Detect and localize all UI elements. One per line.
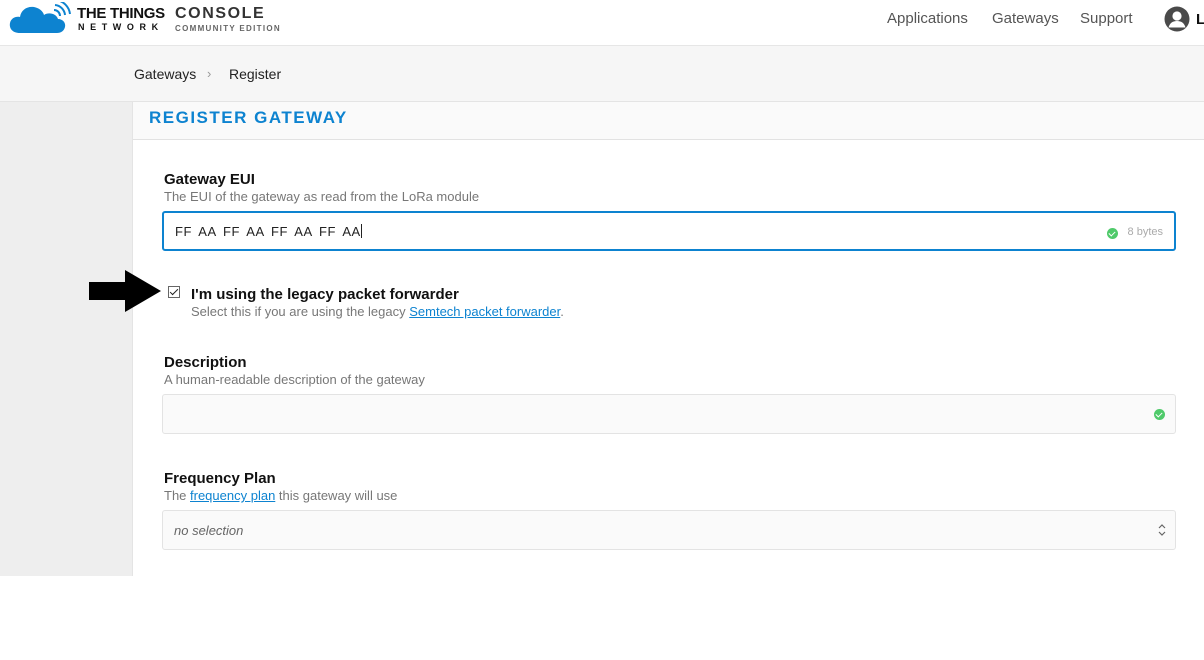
left-gutter [0,102,132,576]
user-menu[interactable]: L [1164,4,1204,34]
gateway-eui-hint: The EUI of the gateway as read from the … [164,189,480,204]
user-avatar-icon [1164,6,1190,32]
register-gateway-card: REGISTER GATEWAY Gateway EUI The EUI of … [132,102,1204,576]
gateway-eui-input[interactable]: FF AA FF AA FF AA FF AA 8 bytes [162,211,1176,251]
check-circle-icon [1107,228,1118,239]
page-title: REGISTER GATEWAY [149,108,348,127]
gateway-eui-label: Gateway EUI [164,171,255,188]
legacy-forwarder-checkbox[interactable] [168,286,180,298]
breadcrumb-register: Register [229,66,282,82]
up-down-chevron-icon [1158,524,1166,536]
cloud-logo-icon [9,2,71,33]
text-cursor [360,224,362,238]
frequency-hint-suffix: this gateway will use [275,488,398,503]
frequency-plan-label: Frequency Plan [164,470,276,487]
description-label: Description [164,354,247,371]
top-navigation-bar: THE THINGS NETWORK CONSOLE COMMUNITY EDI… [0,0,1204,46]
breadcrumb: Gateways › Register [0,46,1204,102]
description-hint: A human-readable description of the gate… [164,372,425,387]
description-input[interactable] [162,394,1176,434]
product-name: CONSOLE [175,5,266,22]
ttn-logo[interactable]: THE THINGS NETWORK CONSOLE COMMUNITY EDI… [8,2,298,38]
gateway-eui-value: FF AA FF AA FF AA FF AA [175,224,361,239]
breadcrumb-separator-icon: › [207,66,212,81]
byte-count-badge: 8 bytes [1127,226,1163,238]
frequency-plan-hint: The frequency plan this gateway will use [164,488,397,503]
legacy-forwarder-label: I'm using the legacy packet forwarder [191,286,459,303]
frequency-plan-select[interactable]: no selection [162,510,1176,550]
legacy-forwarder-hint: Select this if you are using the legacy … [191,304,564,319]
card-header: REGISTER GATEWAY [133,102,1204,140]
brand-subname: NETWORK [78,22,164,32]
brand-name: THE THINGS [77,5,165,22]
frequency-plan-link[interactable]: frequency plan [190,488,275,503]
black-arrow-pointer [89,270,161,312]
user-name-initial: L [1196,11,1204,28]
legacy-hint-prefix: Select this if you are using the legacy [191,304,410,319]
product-edition: COMMUNITY EDITION [175,24,281,33]
nav-gateways[interactable]: Gateways [992,11,1059,27]
semtech-forwarder-link[interactable]: Semtech packet forwarder [409,304,560,319]
frequency-plan-value: no selection [174,523,244,538]
nav-support[interactable]: Support [1080,11,1133,27]
frequency-hint-prefix: The [164,488,191,503]
breadcrumb-gateways[interactable]: Gateways [134,66,196,82]
nav-applications[interactable]: Applications [887,11,968,27]
check-circle-icon [1154,409,1165,420]
legacy-hint-suffix: . [560,304,564,319]
